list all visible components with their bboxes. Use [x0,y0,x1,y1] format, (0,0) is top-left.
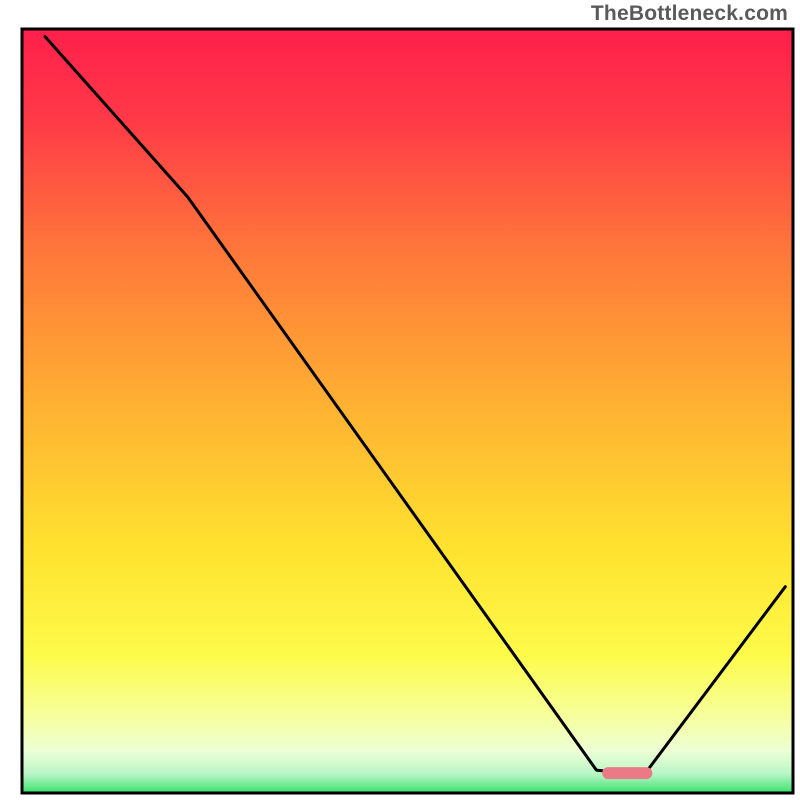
chart-svg [0,0,800,800]
plot-area-background [22,29,793,793]
chart-frame: TheBottleneck.com [0,0,800,800]
optimal-range-marker [602,767,652,779]
